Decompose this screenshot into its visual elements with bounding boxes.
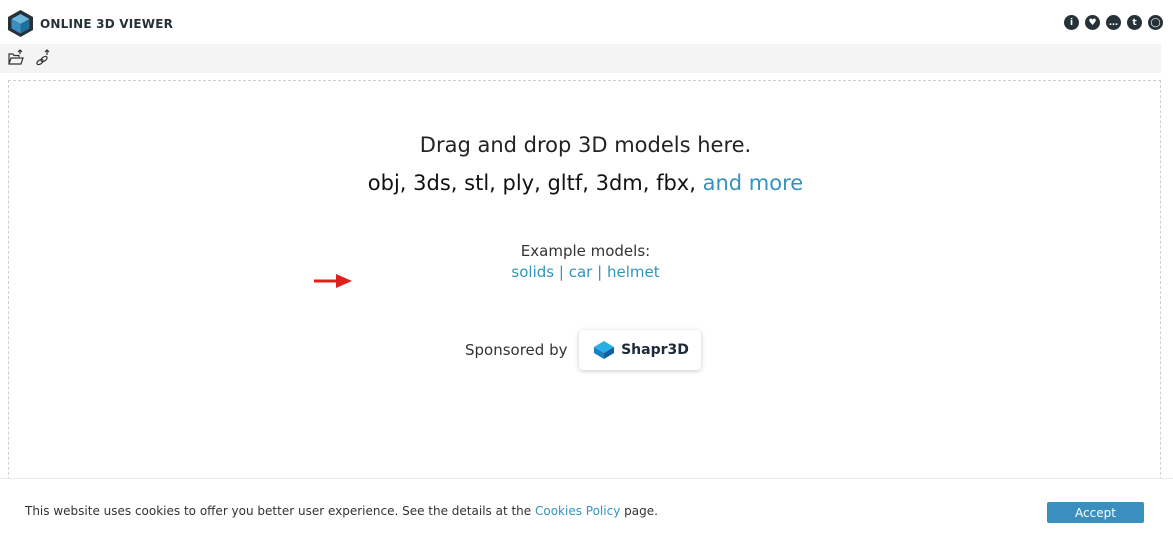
heart-icon[interactable]: ♥ xyxy=(1085,15,1100,30)
github-icon[interactable]: ◯ xyxy=(1148,15,1163,30)
sponsored-by-label: Sponsored by xyxy=(465,341,568,359)
drop-zone[interactable]: Drag and drop 3D models here. obj, 3ds, … xyxy=(8,80,1161,500)
example-models-title: Example models: xyxy=(520,242,651,260)
cookies-policy-link[interactable]: Cookies Policy xyxy=(535,504,620,518)
example-car-link[interactable]: car xyxy=(569,263,593,281)
annotation-arrow-icon xyxy=(314,274,352,288)
cube-logo-icon[interactable] xyxy=(7,9,34,38)
and-more-link[interactable]: and more xyxy=(703,171,804,195)
twitter-icon[interactable]: t xyxy=(1127,15,1142,30)
accept-cookies-button[interactable]: Accept xyxy=(1047,502,1144,523)
separator: | xyxy=(597,263,603,281)
header: ONLINE 3D VIEWER i ♥ … t ◯ xyxy=(0,0,1173,46)
shapr3d-logo-icon xyxy=(594,341,615,359)
open-url-icon[interactable] xyxy=(34,49,52,67)
chat-icon[interactable]: … xyxy=(1106,15,1121,30)
toolbar xyxy=(0,44,1161,73)
cookie-banner: This website uses cookies to offer you b… xyxy=(0,478,1173,536)
example-models-links: solids | car | helmet xyxy=(9,263,1162,281)
sponsor-name: Shapr3D xyxy=(621,342,689,358)
sponsor-row: Sponsored by Shapr3D xyxy=(465,329,702,371)
drop-instructions: Drag and drop 3D models here. xyxy=(419,133,752,157)
app-title[interactable]: ONLINE 3D VIEWER xyxy=(40,17,173,31)
cookie-text-before: This website uses cookies to offer you b… xyxy=(25,504,532,518)
open-file-icon[interactable] xyxy=(7,49,25,67)
sponsor-shapr3d-button[interactable]: Shapr3D xyxy=(579,330,702,370)
supported-formats: obj, 3ds, stl, ply, gltf, 3dm, fbx, and … xyxy=(9,171,1162,195)
example-helmet-link[interactable]: helmet xyxy=(607,263,660,281)
header-icons: i ♥ … t ◯ xyxy=(1064,15,1163,30)
cookie-text-after: page. xyxy=(624,504,658,518)
cookie-message: This website uses cookies to offer you b… xyxy=(25,504,658,518)
info-icon[interactable]: i xyxy=(1064,15,1079,30)
formats-list: obj, 3ds, stl, ply, gltf, 3dm, fbx, xyxy=(367,171,696,195)
example-solids-link[interactable]: solids xyxy=(511,263,554,281)
separator: | xyxy=(558,263,564,281)
